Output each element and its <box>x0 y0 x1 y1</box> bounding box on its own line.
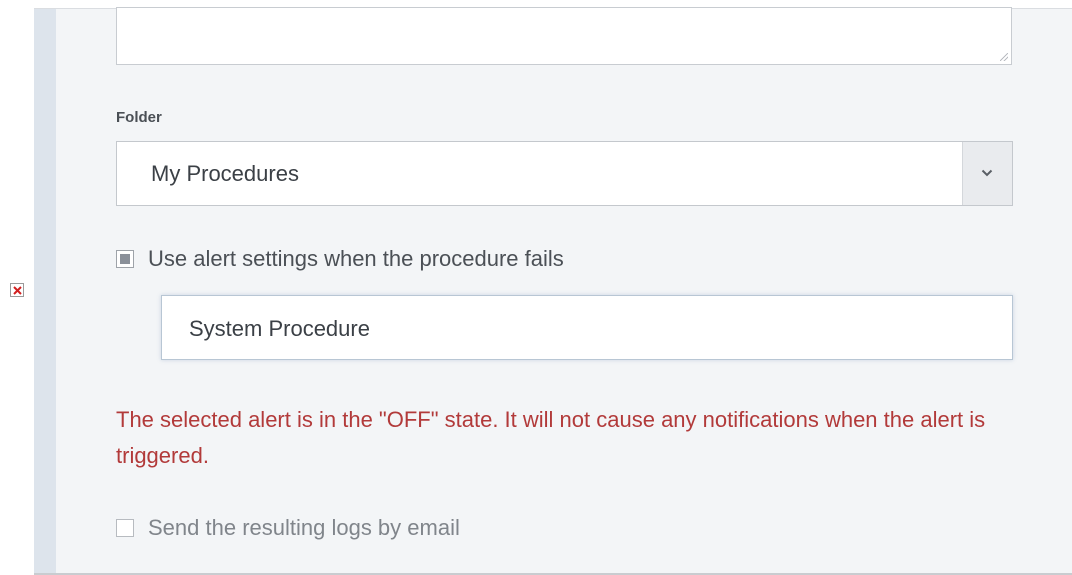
alert-select-value: System Procedure <box>189 316 370 341</box>
use-alert-settings-row[interactable]: Use alert settings when the procedure fa… <box>116 246 564 271</box>
chevron-down-icon <box>981 169 993 177</box>
folder-label: Folder <box>116 109 162 126</box>
send-logs-checkbox[interactable] <box>116 519 134 537</box>
panel-side-bar <box>34 9 56 575</box>
alert-off-warning: The selected alert is in the "OFF" state… <box>116 407 986 468</box>
description-textarea[interactable] <box>116 7 1012 65</box>
folder-select-value: My Procedures <box>151 161 299 186</box>
folder-dropdown-button[interactable] <box>962 142 1012 205</box>
use-alert-settings-label: Use alert settings when the procedure fa… <box>148 246 564 271</box>
resize-grip-icon[interactable] <box>1000 53 1008 61</box>
form-panel: Folder My Procedures Use alert settings … <box>34 7 1072 575</box>
alert-select[interactable]: System Procedure <box>161 295 1013 360</box>
use-alert-settings-checkbox[interactable] <box>116 250 134 268</box>
broken-image-icon <box>10 283 24 297</box>
send-logs-label: Send the resulting logs by email <box>148 515 460 540</box>
send-logs-row[interactable]: Send the resulting logs by email <box>116 515 460 540</box>
folder-select[interactable]: My Procedures <box>116 141 1013 206</box>
